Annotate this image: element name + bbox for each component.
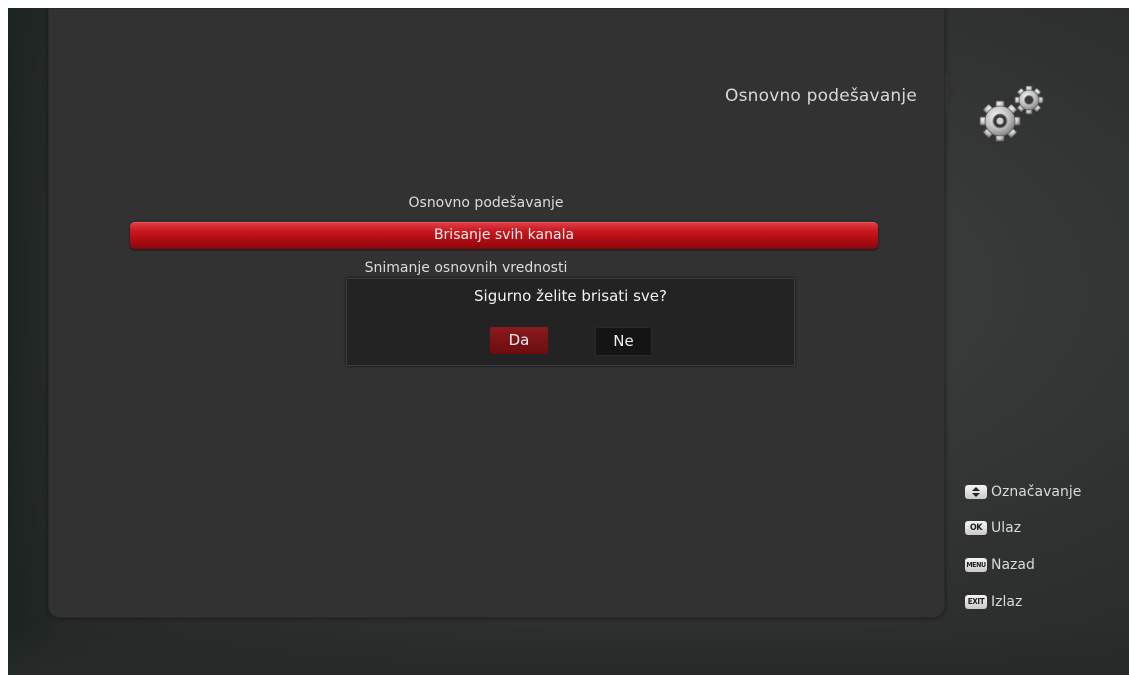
main-panel: Osnovno podešavanje Osnovno podešavanje … [48, 8, 945, 618]
page-title: Osnovno podešavanje [724, 86, 917, 106]
legend-label-navigate: Označavanje [991, 484, 1082, 500]
no-button[interactable]: Ne [595, 327, 652, 356]
menu-key-icon: MENU [965, 558, 987, 572]
panel-notch [945, 72, 957, 112]
tv-screen: Osnovno podešavanje Osnovno podešavanje … [8, 8, 1129, 675]
legend-label-ok: Ulaz [991, 520, 1022, 536]
gears-icon [979, 85, 1044, 142]
legend-label-exit: Izlaz [991, 594, 1023, 610]
menu-item-osnovno-podesavanje[interactable]: Osnovno podešavanje [48, 193, 924, 213]
menu-item-snimanje-osnovnih-vrednosti[interactable]: Snimanje osnovnih vrednosti [48, 258, 884, 278]
yes-button[interactable]: Da [490, 327, 548, 354]
menu-item-brisanje-svih-kanala[interactable]: Brisanje svih kanala [130, 222, 878, 249]
confirm-dialog: Sigurno želite brisati sve? Da Ne [346, 278, 795, 366]
legend-label-menu: Nazad [991, 557, 1035, 573]
ok-key-icon: OK [965, 521, 987, 535]
exit-key-icon: EXIT [965, 595, 987, 609]
up-down-arrow-icon [965, 485, 987, 499]
dialog-message: Sigurno želite brisati sve? [474, 287, 667, 305]
